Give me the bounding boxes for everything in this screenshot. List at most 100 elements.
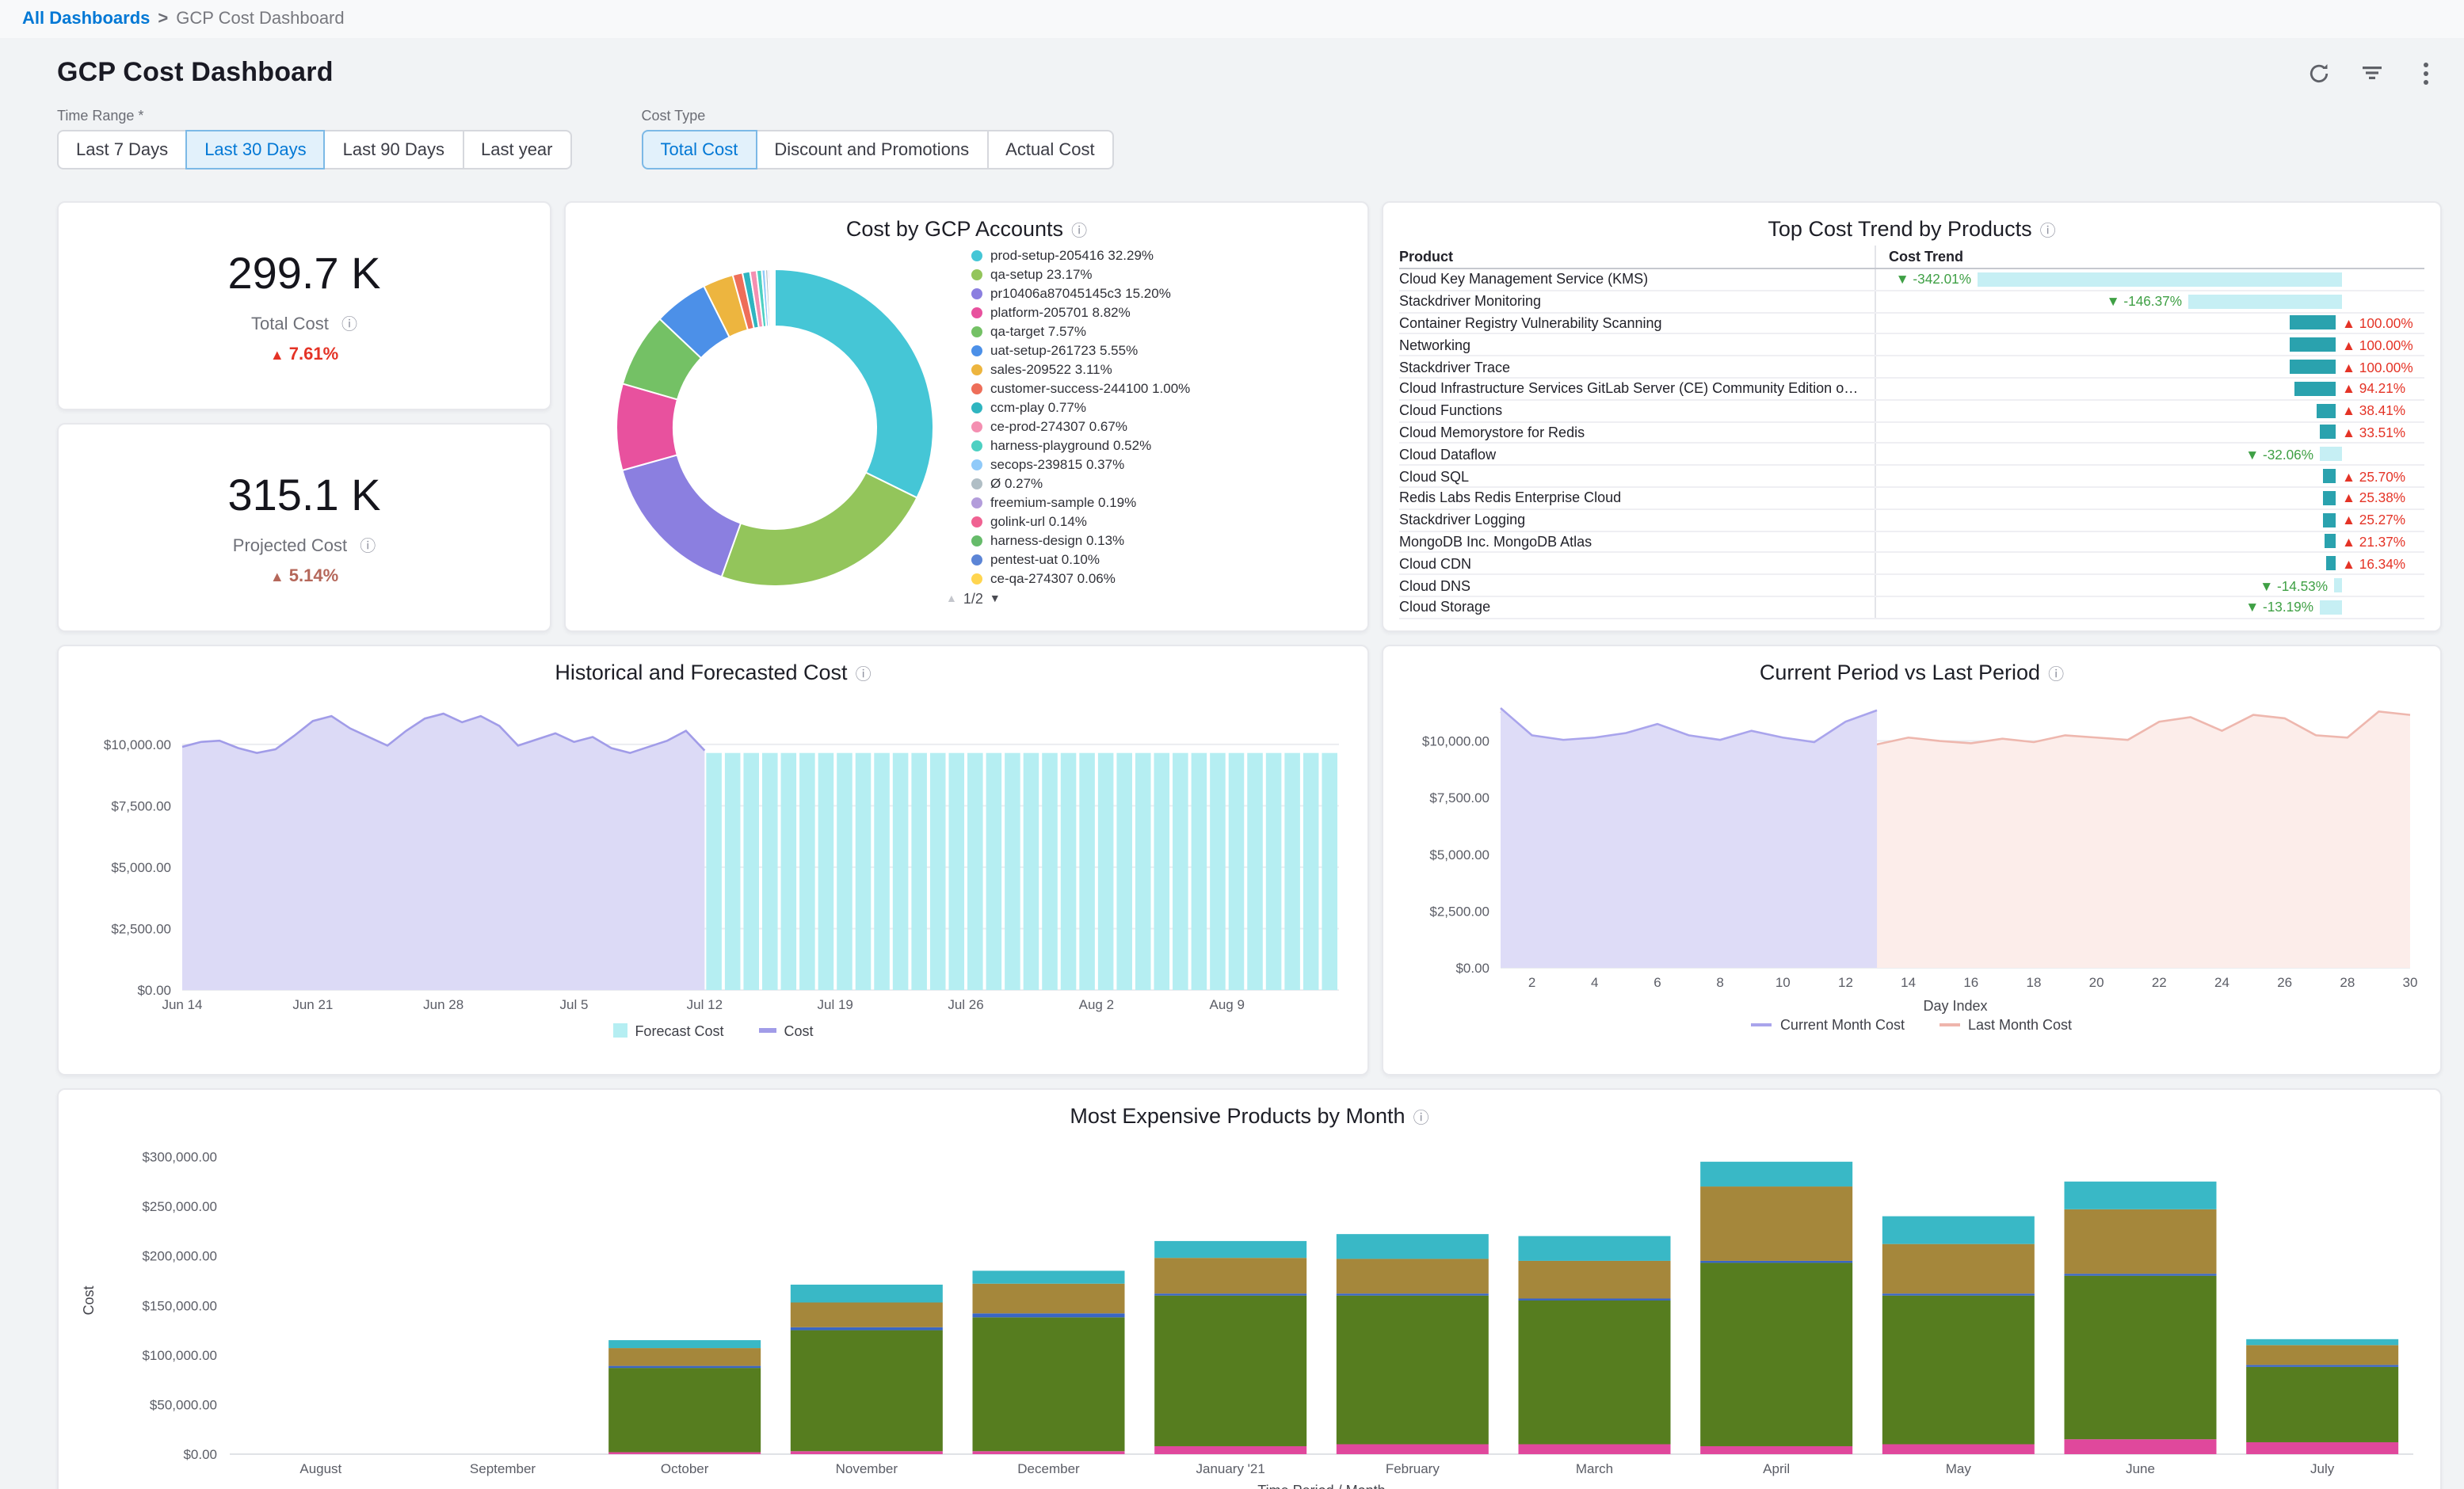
forecast-bar[interactable] bbox=[1266, 753, 1282, 990]
info-icon[interactable]: ⓘ bbox=[341, 316, 357, 333]
stack-segment-segment-magenta[interactable] bbox=[1700, 1446, 1852, 1454]
forecast-bar[interactable] bbox=[1024, 753, 1039, 990]
donut-legend-item[interactable]: pr10406a87045145c3 15.20% bbox=[971, 285, 1307, 302]
forecast-bar[interactable] bbox=[856, 753, 872, 990]
stack-segment-segment-gold[interactable] bbox=[973, 1284, 1125, 1314]
donut-legend-item[interactable]: harness-design 0.13% bbox=[971, 532, 1307, 549]
cost-type-option-actual-cost[interactable]: Actual Cost bbox=[986, 130, 1114, 169]
stack-segment-segment-magenta[interactable] bbox=[1519, 1444, 1671, 1454]
stack-segment-segment-dark-green[interactable] bbox=[1337, 1296, 1489, 1445]
forecast-bar[interactable] bbox=[1154, 753, 1170, 990]
stack-segment-segment-blue[interactable] bbox=[2065, 1274, 2217, 1276]
stack-segment-segment-teal[interactable] bbox=[973, 1270, 1125, 1283]
forecast-bar[interactable] bbox=[1247, 753, 1263, 990]
forecast-bar[interactable] bbox=[1173, 753, 1188, 990]
info-icon[interactable]: ⓘ bbox=[2048, 667, 2064, 684]
donut-legend-item[interactable]: pentest-uat 0.10% bbox=[971, 551, 1307, 568]
stack-segment-segment-teal[interactable] bbox=[608, 1340, 761, 1348]
forecast-bar[interactable] bbox=[1079, 753, 1095, 990]
product-cell[interactable]: Stackdriver Logging bbox=[1399, 512, 1875, 527]
forecast-bar[interactable] bbox=[706, 753, 722, 990]
forecast-bar[interactable] bbox=[1116, 753, 1132, 990]
donut-legend-item[interactable]: sales-209522 3.11% bbox=[971, 361, 1307, 378]
product-cell[interactable]: Cloud DNS bbox=[1399, 577, 1875, 593]
donut-legend-item[interactable]: ccm-play 0.77% bbox=[971, 399, 1307, 416]
stack-segment-segment-gold[interactable] bbox=[1882, 1244, 2035, 1294]
donut-legend-item[interactable]: uat-setup-261723 5.55% bbox=[971, 342, 1307, 359]
stack-segment-segment-teal[interactable] bbox=[1337, 1234, 1489, 1259]
stack-segment-segment-blue[interactable] bbox=[1882, 1293, 2035, 1296]
stack-segment-segment-teal[interactable] bbox=[1700, 1162, 1852, 1186]
donut-legend-item[interactable]: qa-target 7.57% bbox=[971, 323, 1307, 340]
donut-legend-item[interactable]: platform-205701 8.82% bbox=[971, 304, 1307, 321]
forecast-bar[interactable] bbox=[762, 753, 778, 990]
forecast-bar[interactable] bbox=[911, 753, 927, 990]
info-icon[interactable]: ⓘ bbox=[1071, 223, 1087, 241]
forecast-bar[interactable] bbox=[1303, 753, 1319, 990]
stack-segment-segment-teal[interactable] bbox=[1154, 1241, 1306, 1258]
stack-segment-segment-gold[interactable] bbox=[1154, 1258, 1306, 1293]
stack-segment-segment-gold[interactable] bbox=[1337, 1259, 1489, 1293]
time-range-option-last-30-days[interactable]: Last 30 Days bbox=[185, 130, 325, 169]
forecast-bar[interactable] bbox=[1098, 753, 1114, 990]
product-cell[interactable]: Stackdriver Trace bbox=[1399, 359, 1875, 375]
legend-page-up-icon[interactable]: ▲ bbox=[946, 594, 957, 605]
product-cell[interactable]: Cloud CDN bbox=[1399, 556, 1875, 572]
stack-segment-segment-gold[interactable] bbox=[1519, 1261, 1671, 1299]
stack-segment-segment-blue[interactable] bbox=[2246, 1365, 2398, 1367]
legend-item-last-month[interactable]: Last Month Cost bbox=[1940, 1017, 2072, 1033]
forecast-bar[interactable] bbox=[967, 753, 983, 990]
forecast-bar[interactable] bbox=[948, 753, 964, 990]
forecast-bar[interactable] bbox=[1005, 753, 1020, 990]
period-compare-chart[interactable]: $0.00$2,500.00$5,000.00$7,500.00$10,000.… bbox=[1396, 687, 2423, 1014]
forecast-bar[interactable] bbox=[725, 753, 741, 990]
stack-segment-segment-blue[interactable] bbox=[1154, 1293, 1306, 1296]
filter-icon[interactable] bbox=[2359, 60, 2385, 86]
product-cell[interactable]: Cloud Functions bbox=[1399, 402, 1875, 418]
stack-segment-segment-dark-green[interactable] bbox=[791, 1331, 943, 1452]
forecast-bar[interactable] bbox=[1284, 753, 1300, 990]
donut-legend-item[interactable]: harness-playground 0.52% bbox=[971, 437, 1307, 454]
donut-slice-ce-qa-274307[interactable] bbox=[773, 268, 774, 326]
info-icon[interactable]: ⓘ bbox=[360, 538, 376, 555]
historical-forecast-chart[interactable]: $0.00$2,500.00$5,000.00$7,500.00$10,000.… bbox=[71, 687, 1348, 1014]
product-cell[interactable]: Networking bbox=[1399, 337, 1875, 353]
product-cell[interactable]: Cloud SQL bbox=[1399, 468, 1875, 484]
product-cell[interactable]: Cloud Dataflow bbox=[1399, 447, 1875, 463]
stack-segment-segment-dark-green[interactable] bbox=[2246, 1367, 2398, 1442]
stack-segment-segment-magenta[interactable] bbox=[1882, 1444, 2035, 1454]
legend-item-cost[interactable]: Cost bbox=[759, 1023, 814, 1039]
legend-item-current-month[interactable]: Current Month Cost bbox=[1752, 1017, 1905, 1033]
product-cell[interactable]: Cloud Infrastructure Services GitLab Ser… bbox=[1399, 381, 1875, 397]
product-cell[interactable]: MongoDB Inc. MongoDB Atlas bbox=[1399, 534, 1875, 550]
donut-legend-item[interactable]: qa-setup 23.17% bbox=[971, 266, 1307, 283]
forecast-bar[interactable] bbox=[837, 753, 852, 990]
forecast-bar[interactable] bbox=[1061, 753, 1077, 990]
donut-legend-item[interactable]: ce-qa-274307 0.06% bbox=[971, 570, 1307, 587]
donut-legend-item[interactable]: customer-success-244100 1.00% bbox=[971, 380, 1307, 397]
stack-segment-segment-magenta[interactable] bbox=[973, 1451, 1125, 1454]
donut-legend-item[interactable]: prod-setup-205416 32.29% bbox=[971, 247, 1307, 264]
stack-segment-segment-dark-green[interactable] bbox=[973, 1317, 1125, 1451]
info-icon[interactable]: ⓘ bbox=[856, 667, 872, 684]
stack-segment-segment-teal[interactable] bbox=[2246, 1339, 2398, 1346]
legend-item-forecast-cost[interactable]: Forecast Cost bbox=[612, 1023, 723, 1039]
info-icon[interactable]: ⓘ bbox=[1413, 1110, 1429, 1128]
forecast-bar[interactable] bbox=[1322, 753, 1337, 990]
donut-legend-item[interactable]: ce-prod-274307 0.67% bbox=[971, 418, 1307, 435]
stack-segment-segment-blue[interactable] bbox=[1337, 1293, 1489, 1296]
stack-segment-segment-gold[interactable] bbox=[2065, 1209, 2217, 1274]
stack-segment-segment-gold[interactable] bbox=[1700, 1186, 1852, 1261]
product-cell[interactable]: Cloud Key Management Service (KMS) bbox=[1399, 272, 1875, 288]
legend-page-down-icon[interactable]: ▼ bbox=[990, 594, 1001, 605]
forecast-bar[interactable] bbox=[930, 753, 946, 990]
info-icon[interactable]: ⓘ bbox=[2040, 223, 2056, 241]
stack-segment-segment-blue[interactable] bbox=[1700, 1261, 1852, 1263]
forecast-bar[interactable] bbox=[781, 753, 797, 990]
product-cell[interactable]: Stackdriver Monitoring bbox=[1399, 293, 1875, 309]
forecast-bar[interactable] bbox=[1135, 753, 1151, 990]
product-cell[interactable]: Cloud Memorystore for Redis bbox=[1399, 425, 1875, 440]
donut-legend-item[interactable]: secops-239815 0.37% bbox=[971, 456, 1307, 473]
stack-segment-segment-blue[interactable] bbox=[791, 1327, 943, 1331]
stack-segment-segment-dark-green[interactable] bbox=[608, 1368, 761, 1452]
